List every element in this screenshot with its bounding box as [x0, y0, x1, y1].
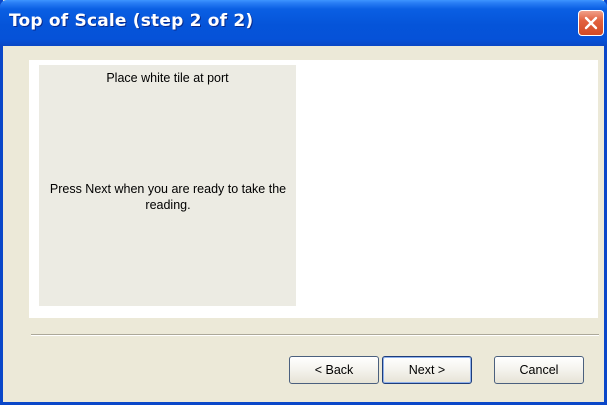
instruction-panel: Place white tile at port Press Next when…: [39, 65, 296, 306]
title-bar[interactable]: Top of Scale (step 2 of 2): [0, 0, 607, 46]
next-button[interactable]: Next >: [382, 356, 472, 384]
cancel-button[interactable]: Cancel: [494, 356, 584, 384]
back-button[interactable]: < Back: [289, 356, 379, 384]
instruction-place-tile: Place white tile at port: [106, 71, 229, 85]
separator-line: [31, 334, 599, 336]
close-button[interactable]: [578, 10, 604, 36]
instruction-press-next: Press Next when you are ready to take th…: [49, 182, 287, 212]
close-icon: [584, 16, 598, 30]
wizard-content-area: Place white tile at port Press Next when…: [29, 60, 598, 318]
wizard-dialog: Top of Scale (step 2 of 2) Place white t…: [0, 0, 607, 405]
window-title: Top of Scale (step 2 of 2): [9, 11, 254, 31]
